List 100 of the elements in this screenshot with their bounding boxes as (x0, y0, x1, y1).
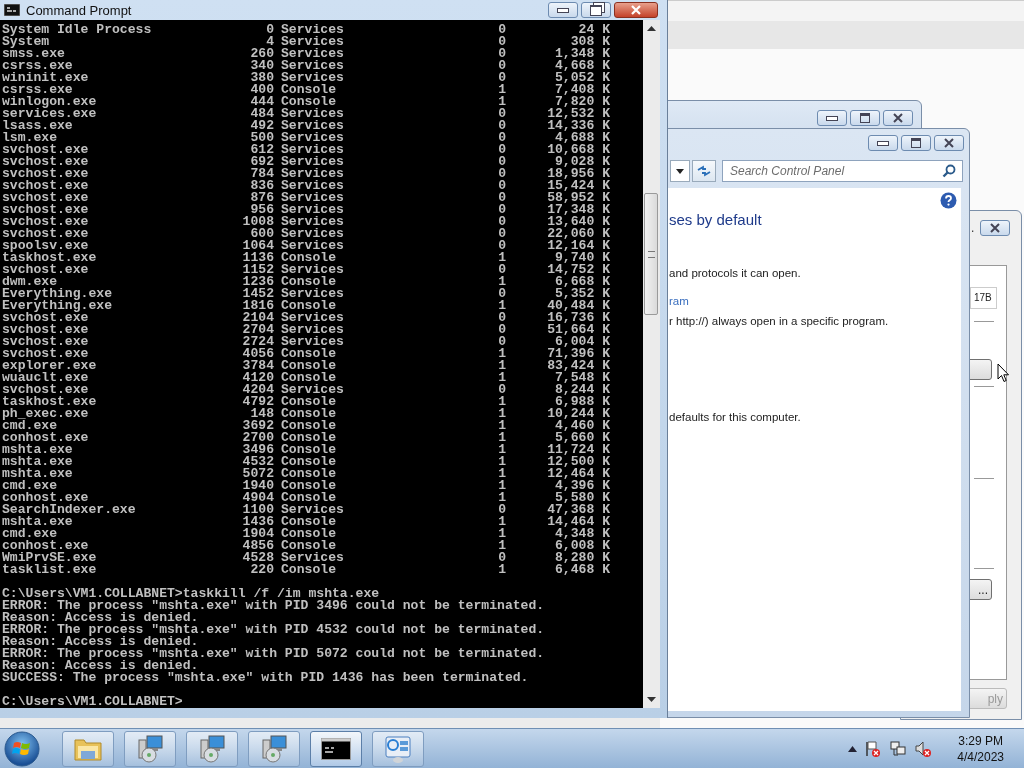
search-field[interactable]: Search Control Panel (722, 160, 963, 182)
table-cell-text: Services (280, 120, 345, 132)
table-cell-text: 1 (497, 492, 506, 504)
table-cell-text: 1 (497, 456, 506, 468)
table-cell-text: 0 (497, 336, 506, 348)
table-cell-text: lsm.exe (2, 132, 57, 144)
table-cell-text: svchost.exe (2, 204, 90, 216)
table-cell-text: 11,724 K (546, 444, 610, 456)
table-cell-text: dwm.exe (2, 276, 57, 288)
table-cell-text: 4,460 K (555, 420, 610, 432)
command-prompt[interactable]: C:\Users\VM1.COLLABNET> (0, 696, 183, 708)
table-cell-text: 0 (497, 132, 506, 144)
table-cell-text: mshta.exe (2, 456, 74, 468)
table-cell-text: 0 (497, 36, 506, 48)
network-icon[interactable] (889, 739, 908, 758)
restore-button[interactable] (581, 2, 611, 18)
table-cell-text: 17,348 K (546, 204, 610, 216)
clock-date[interactable]: 4/4/2023 (957, 748, 1004, 765)
table-cell-text: 1 (497, 300, 506, 312)
table-cell-text: 0 (497, 240, 506, 252)
table-cell-text: taskhost.exe (2, 252, 98, 264)
maximize-button[interactable] (850, 110, 880, 126)
table-cell-text: 58,952 K (546, 192, 610, 204)
table-cell-text: 9,028 K (555, 156, 610, 168)
table-cell-text: lsass.exe (2, 120, 74, 132)
table-cell-text: Services (280, 192, 345, 204)
table-cell-text: Console (280, 420, 337, 432)
scroll-up-icon[interactable] (647, 26, 656, 31)
table-cell-text: 484 (249, 108, 274, 120)
minimize-button[interactable] (548, 2, 578, 18)
table-cell-text: 8,244 K (554, 384, 610, 396)
console-icon (321, 737, 351, 760)
scrollbar[interactable] (643, 20, 660, 708)
table-cell-text: 5,052 K (554, 72, 610, 84)
speaker-muted-icon[interactable] (914, 739, 933, 758)
refresh-button[interactable] (692, 160, 716, 182)
table-cell-text: Services (280, 288, 345, 300)
show-hidden-icons-icon[interactable] (848, 745, 858, 752)
table-cell-text: 4,396 K (555, 480, 610, 492)
table-cell-text: Console (280, 300, 336, 312)
table-cell-text: Console (280, 540, 336, 552)
table-cell-text: 500 (249, 132, 274, 144)
table-cell-text: 1 (497, 408, 506, 420)
window-title: . (971, 221, 975, 235)
table-cell-text: svchost.exe (2, 156, 90, 168)
scroll-down-icon[interactable] (647, 697, 656, 702)
table-cell-text: 612 (249, 144, 274, 156)
minimize-button[interactable] (868, 135, 898, 151)
table-cell-text: 0 (497, 324, 506, 336)
table-cell-text: Console (280, 444, 337, 456)
table-cell-text: 4 (266, 36, 274, 48)
table-cell-text: svchost.exe (2, 144, 90, 156)
installer-icon (197, 733, 227, 764)
table-cell-text: 24 K (578, 24, 610, 36)
table-cell-text: 0 (497, 228, 506, 240)
table-cell-text: svchost.exe (2, 384, 89, 396)
output-line: Reason: Access is denied. (1, 636, 199, 648)
minimize-button[interactable] (817, 110, 847, 126)
table-cell-text: 12,500 K (546, 456, 610, 468)
minimize-icon (557, 7, 569, 13)
table-cell-text: 1 (497, 420, 506, 432)
table-cell-text: mshta.exe (2, 444, 74, 456)
table-cell-text: 1 (497, 480, 506, 492)
flag-icon[interactable] (864, 739, 883, 758)
link[interactable]: ram (669, 294, 689, 308)
output-line: ERROR: The process "mshta.exe" with PID 3496 could not be terminated. (1, 600, 545, 612)
table-cell-text: SearchIndexer.exe (2, 504, 137, 516)
table-cell-text: 308 K (570, 36, 610, 48)
table-cell-text: Console (280, 348, 337, 360)
table-cell-text: 0 (497, 180, 506, 192)
minimize-icon (877, 140, 889, 146)
table-cell-text: 1 (497, 372, 506, 384)
close-button[interactable] (980, 220, 1011, 236)
scroll-thumb[interactable] (644, 193, 658, 315)
table-cell-text: 3496 (241, 444, 274, 456)
output-line: Reason: Access is denied. (1, 612, 199, 624)
close-button[interactable] (614, 2, 658, 18)
maximize-button[interactable] (901, 135, 931, 151)
close-button[interactable] (883, 110, 913, 126)
table-cell-text: 1452 (241, 288, 274, 300)
table-cell-text: Everything.exe (2, 300, 113, 312)
table-cell-text: Console (280, 84, 337, 96)
clock-time[interactable]: 3:29 PM (958, 732, 1003, 749)
help-icon[interactable] (940, 192, 957, 209)
table-cell-text: 0 (497, 48, 506, 60)
table-cell-text: svchost.exe (2, 216, 90, 228)
taskbar-button[interactable] (310, 730, 362, 767)
page-heading: ses by default (669, 210, 763, 230)
close-button[interactable] (934, 135, 964, 151)
table-cell-text: 784 (249, 168, 274, 180)
dropdown-button[interactable] (670, 160, 690, 182)
table-cell-text: svchost.exe (2, 324, 90, 336)
table-cell-text: 8,280 K (554, 552, 610, 564)
table-cell-text: Services (280, 144, 345, 156)
table-cell-text: svchost.exe (2, 348, 89, 360)
table-cell-text: 4792 (241, 396, 274, 408)
start-button[interactable] (4, 730, 40, 767)
input-field[interactable]: 17B (970, 287, 997, 309)
table-cell-text: Console (280, 480, 337, 492)
table-cell-text: 340 (249, 60, 274, 72)
